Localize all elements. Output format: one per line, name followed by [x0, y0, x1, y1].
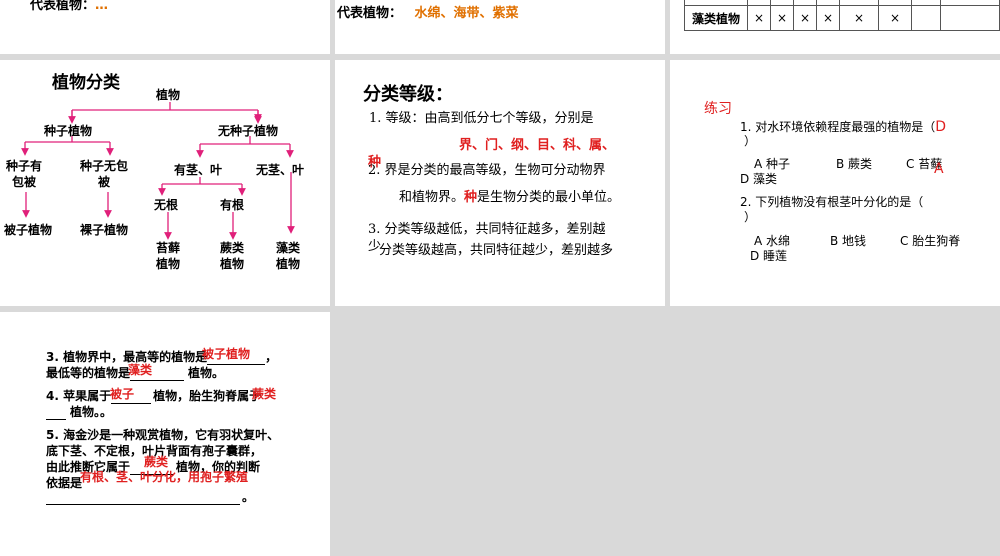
slide-top-left: 代表植物：…: [0, 0, 330, 54]
cell: ×: [878, 5, 912, 31]
q4-text: 植物，胎生狗脊属于: [153, 389, 262, 403]
levels-p2b-text: 和植物界。: [399, 190, 465, 205]
node-line: 蕨类: [220, 241, 245, 255]
q4-text: 4. 苹果属于: [46, 389, 112, 403]
q1-stem: 1. 对水环境依赖程度最强的植物是（: [740, 120, 936, 134]
q3-answer2: 藻类: [128, 363, 153, 377]
cell: ×: [839, 5, 879, 31]
q1-close: ）: [744, 134, 757, 148]
q5-blank2: [46, 504, 240, 505]
q3-text: 3. 植物界中，最高等的植物是: [46, 350, 208, 364]
q4-blank1: [111, 403, 152, 404]
node-line: 被: [98, 175, 111, 189]
levels-p2b-text: 是生物分类的最小单位。: [477, 190, 621, 205]
q2-text: 2. 下列植物没有根茎叶分化的是（: [740, 195, 924, 209]
cell: [911, 5, 941, 31]
node-fern: 蕨类 植物: [220, 240, 244, 272]
node-no-root: 无根: [154, 198, 179, 212]
q1-option-b: B 蕨类: [836, 157, 873, 171]
rep-value: 水绵、海带、紫菜: [414, 6, 519, 21]
slide-classification-levels: 分类等级： 1. 等级：由高到低分七个等级，分别是 界、门、纲、目、科、属、 种…: [335, 60, 665, 306]
q5-end: 。: [242, 490, 255, 504]
levels-p1: 1. 等级：由高到低分七个等级，分别是: [369, 111, 594, 126]
q1-answer: D: [935, 119, 947, 135]
q1-answer-overlay: A: [934, 161, 944, 177]
q2-option-c: C 胎生狗脊: [900, 234, 961, 248]
rep-label: 代表植物：: [337, 6, 403, 21]
q2-option-b: B 地钱: [830, 234, 867, 248]
slide-plant-classification: 植物分类 植物 种子植物 无种子植物 种子有 包被 种子无包 被 有茎、叶 无茎…: [0, 60, 330, 306]
cell: ×: [770, 5, 794, 31]
q2-option-d: D 睡莲: [750, 249, 788, 263]
slide-practice: 练习 1. 对水环境依赖程度最强的植物是（D ） A 种子 B 蕨类 C 苔藓 …: [670, 60, 1000, 306]
node-line: 包被: [12, 175, 37, 189]
node-line: 种子无包: [80, 159, 129, 173]
q3-blank2: [130, 380, 185, 381]
node-plant: 植物: [156, 88, 181, 102]
levels-p3c: 分类等级越高，共同特征越少，差别越多: [379, 243, 614, 258]
slide-top-middle: 代表植物： 水绵、海带、紫菜: [335, 0, 665, 54]
q3-text: 植物。: [188, 366, 225, 380]
levels-p2b: 和植物界。种是生物分类的最小单位。: [399, 186, 620, 205]
cell: ×: [793, 5, 817, 31]
node-stem-leaf: 有茎、叶: [174, 163, 223, 177]
q4-answer2: 蕨类: [252, 387, 277, 401]
node-moss: 苔藓 植物: [156, 240, 180, 272]
levels-p2b-answer: 种: [464, 190, 478, 205]
table-row: 藻类植物 × × × × × ×: [684, 5, 1000, 31]
cell: ×: [816, 5, 840, 31]
node-algae: 藻类 植物: [276, 240, 300, 272]
q3-comma: ，: [265, 350, 278, 364]
tree-title: 植物分类: [52, 73, 120, 93]
levels-p2a: 2. 界是分类的最高等级，生物可分动物界: [368, 163, 606, 178]
q4-blank2: [46, 419, 66, 420]
node-no-stem-leaf: 无茎、叶: [256, 163, 305, 177]
feature-table: 藻类植物 × × × × × ×: [684, 0, 1000, 31]
empty-area: [335, 312, 1000, 556]
node-naked-seed: 种子无包 被: [80, 158, 128, 190]
row-label: 藻类植物: [684, 5, 748, 31]
q3-text: 最低等的植物是: [46, 366, 131, 380]
q4-answer1: 被子: [110, 387, 135, 401]
node-gymnosperm: 裸子植物: [80, 223, 129, 237]
node-seed-plant: 种子植物: [44, 124, 93, 138]
rep-value: …: [95, 0, 109, 13]
node-line: 藻类: [276, 241, 301, 255]
levels-answer: 界、门、纲、目、科、属、: [459, 138, 616, 153]
cell: ×: [747, 5, 771, 31]
q5-answer2: 有根、茎、叶分化，用孢子繁殖: [80, 470, 249, 484]
q5-line1: 5. 海金沙是一种观赏植物，它有羽状复叶、: [46, 428, 280, 442]
node-line: 植物: [276, 257, 301, 271]
slide-fill-in: 3. 植物界中，最高等的植物是 ， 被子植物 最低等的植物是 植物。 藻类 4. 苹…: [0, 312, 330, 556]
rep-label: 代表植物：: [30, 0, 96, 13]
node-line: 植物: [220, 257, 245, 271]
node-covered-seed: 种子有 包被: [6, 158, 42, 190]
practice-title: 练习: [704, 101, 732, 117]
node-angiosperm: 被子植物: [4, 223, 53, 237]
node-line: 苔藓: [156, 241, 181, 255]
cell: [940, 5, 1000, 31]
q3-answer1: 被子植物: [202, 347, 251, 361]
q4-line2: 植物。。: [46, 403, 112, 420]
q4-line1: 4. 苹果属于 植物，胎生狗脊属于: [46, 387, 261, 404]
q5-line5: 。: [46, 488, 254, 505]
node-seedless-plant: 无种子植物: [218, 124, 279, 138]
q4-text: 植物。。: [70, 405, 113, 419]
q1-text: 1. 对水环境依赖程度最强的植物是（D: [740, 118, 946, 135]
slide-top-right: 藻类植物 × × × × × ×: [670, 0, 1000, 54]
levels-title: 分类等级：: [363, 84, 453, 105]
node-has-root: 有根: [220, 198, 245, 212]
q1-option-d: D 藻类: [740, 172, 778, 186]
levels-p3a: 3. 分类等级越低，共同特征越多，差别越: [368, 222, 606, 237]
node-line: 种子有: [6, 159, 43, 173]
node-line: 植物: [156, 257, 181, 271]
q2-close: ）: [744, 210, 757, 224]
